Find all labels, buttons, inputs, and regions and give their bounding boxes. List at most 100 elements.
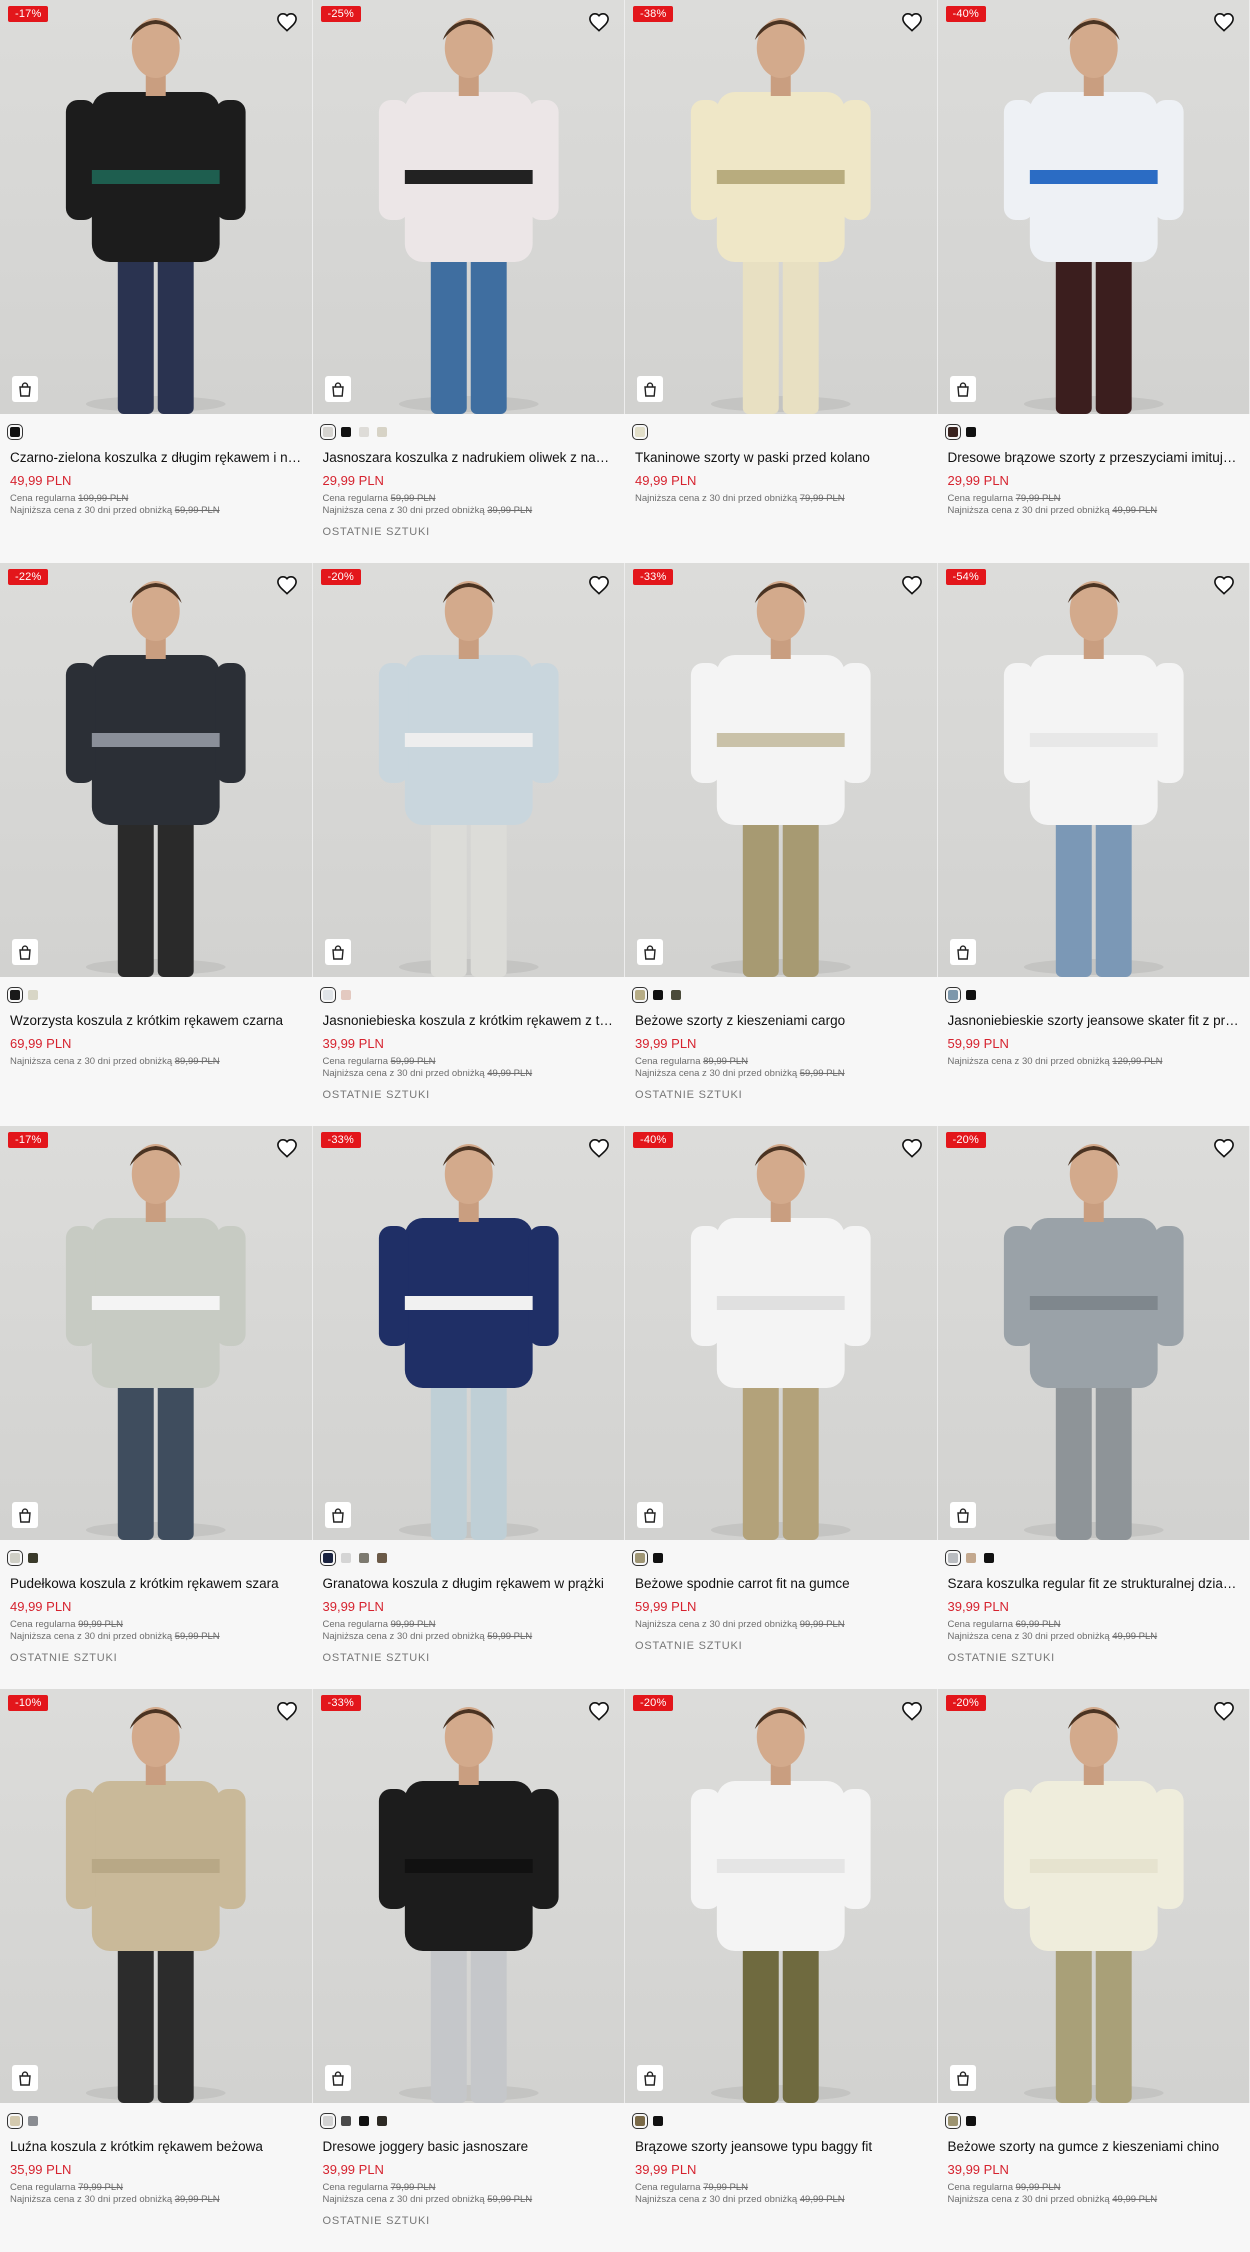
favorite-heart-icon[interactable] (901, 1138, 923, 1158)
color-swatch[interactable] (341, 1553, 351, 1563)
product-card[interactable]: -33% Granatowa koszula z długim rękawem … (313, 1126, 626, 1689)
color-swatch[interactable] (635, 2116, 645, 2126)
product-name[interactable]: Beżowe spodnie carrot fit na gumce (635, 1576, 928, 1591)
product-name[interactable]: Luźna koszula z krótkim rękawem beżowa (10, 2139, 303, 2154)
color-swatch[interactable] (28, 2116, 38, 2126)
product-image[interactable]: -10% (0, 1689, 313, 2103)
product-card[interactable]: -25% Jasnoszara koszulka z nadrukiem oli… (313, 0, 626, 563)
product-card[interactable]: -20% Brązowe szorty jeansowe typu baggy … (625, 1689, 938, 2252)
favorite-heart-icon[interactable] (276, 1701, 298, 1721)
product-image[interactable]: -40% (625, 1126, 938, 1540)
product-card[interactable]: -40% Dresowe brązowe szorty z przeszycia… (938, 0, 1250, 563)
shopping-bag-icon[interactable] (12, 2065, 38, 2091)
product-name[interactable]: Jasnoniebieska koszula z krótkim rękawem… (323, 1013, 616, 1028)
color-swatch[interactable] (359, 2116, 369, 2126)
color-swatch[interactable] (323, 2116, 333, 2126)
favorite-heart-icon[interactable] (901, 1701, 923, 1721)
color-swatch[interactable] (653, 990, 663, 1000)
color-swatch[interactable] (635, 1553, 645, 1563)
product-card[interactable]: -33% Dresowe joggery basic jasnoszare 39… (313, 1689, 626, 2252)
product-card[interactable]: -17% Czarno-zielona koszulka z długim rę… (0, 0, 313, 563)
product-image[interactable]: -33% (313, 1689, 626, 2103)
color-swatch[interactable] (341, 427, 351, 437)
product-card[interactable]: -40% Beżowe spodnie carrot fit na gumce … (625, 1126, 938, 1689)
shopping-bag-icon[interactable] (12, 376, 38, 402)
product-image[interactable]: -54% (938, 563, 1250, 977)
favorite-heart-icon[interactable] (588, 12, 610, 32)
shopping-bag-icon[interactable] (325, 1502, 351, 1528)
favorite-heart-icon[interactable] (588, 1701, 610, 1721)
shopping-bag-icon[interactable] (637, 2065, 663, 2091)
shopping-bag-icon[interactable] (325, 939, 351, 965)
color-swatch[interactable] (966, 427, 976, 437)
color-swatch[interactable] (635, 990, 645, 1000)
favorite-heart-icon[interactable] (276, 12, 298, 32)
color-swatch[interactable] (377, 2116, 387, 2126)
color-swatch[interactable] (653, 2116, 663, 2126)
shopping-bag-icon[interactable] (950, 376, 976, 402)
product-image[interactable]: -22% (0, 563, 313, 977)
favorite-heart-icon[interactable] (1213, 575, 1235, 595)
color-swatch[interactable] (10, 1553, 20, 1563)
product-name[interactable]: Dresowe joggery basic jasnoszare (323, 2139, 616, 2154)
product-name[interactable]: Dresowe brązowe szorty z przeszyciami im… (948, 450, 1241, 465)
product-name[interactable]: Beżowe szorty na gumce z kieszeniami chi… (948, 2139, 1241, 2154)
color-swatch[interactable] (377, 427, 387, 437)
product-image[interactable]: -20% (938, 1126, 1250, 1540)
product-name[interactable]: Czarno-zielona koszulka z długim rękawem… (10, 450, 303, 465)
color-swatch[interactable] (359, 427, 369, 437)
product-image[interactable]: -17% (0, 0, 313, 414)
product-image[interactable]: -20% (625, 1689, 938, 2103)
color-swatch[interactable] (28, 1553, 38, 1563)
color-swatch[interactable] (966, 990, 976, 1000)
product-name[interactable]: Beżowe szorty z kieszeniami cargo (635, 1013, 928, 1028)
favorite-heart-icon[interactable] (901, 12, 923, 32)
product-name[interactable]: Granatowa koszula z długim rękawem w prą… (323, 1576, 616, 1591)
product-card[interactable]: -10% Luźna koszula z krótkim rękawem beż… (0, 1689, 313, 2252)
color-swatch[interactable] (653, 1553, 663, 1563)
color-swatch[interactable] (671, 990, 681, 1000)
color-swatch[interactable] (948, 990, 958, 1000)
color-swatch[interactable] (323, 990, 333, 1000)
product-card[interactable]: -17% Pudełkowa koszula z krótkim rękawem… (0, 1126, 313, 1689)
favorite-heart-icon[interactable] (276, 1138, 298, 1158)
color-swatch[interactable] (948, 427, 958, 437)
product-name[interactable]: Szara koszulka regular fit ze struktural… (948, 1576, 1241, 1591)
favorite-heart-icon[interactable] (1213, 1701, 1235, 1721)
color-swatch[interactable] (10, 990, 20, 1000)
product-name[interactable]: Wzorzysta koszula z krótkim rękawem czar… (10, 1013, 303, 1028)
favorite-heart-icon[interactable] (1213, 1138, 1235, 1158)
shopping-bag-icon[interactable] (325, 2065, 351, 2091)
color-swatch[interactable] (966, 2116, 976, 2126)
favorite-heart-icon[interactable] (276, 575, 298, 595)
product-image[interactable]: -40% (938, 0, 1250, 414)
shopping-bag-icon[interactable] (637, 939, 663, 965)
color-swatch[interactable] (341, 2116, 351, 2126)
color-swatch[interactable] (10, 2116, 20, 2126)
product-image[interactable]: -33% (313, 1126, 626, 1540)
color-swatch[interactable] (377, 1553, 387, 1563)
color-swatch[interactable] (359, 1553, 369, 1563)
color-swatch[interactable] (323, 427, 333, 437)
shopping-bag-icon[interactable] (637, 376, 663, 402)
shopping-bag-icon[interactable] (637, 1502, 663, 1528)
favorite-heart-icon[interactable] (588, 575, 610, 595)
product-image[interactable]: -20% (313, 563, 626, 977)
product-image[interactable]: -20% (938, 1689, 1250, 2103)
product-card[interactable]: -20% Szara koszulka regular fit ze struk… (938, 1126, 1250, 1689)
color-swatch[interactable] (948, 2116, 958, 2126)
product-card[interactable]: -20% Jasnoniebieska koszula z krótkim rę… (313, 563, 626, 1126)
product-card[interactable]: -38% Tkaninowe szorty w paski przed kola… (625, 0, 938, 563)
favorite-heart-icon[interactable] (588, 1138, 610, 1158)
shopping-bag-icon[interactable] (12, 1502, 38, 1528)
product-name[interactable]: Pudełkowa koszula z krótkim rękawem szar… (10, 1576, 303, 1591)
product-name[interactable]: Jasnoszara koszulka z nadrukiem oliwek z… (323, 450, 616, 465)
product-card[interactable]: -54% Jasnoniebieskie szorty jeansowe ska… (938, 563, 1250, 1126)
color-swatch[interactable] (966, 1553, 976, 1563)
shopping-bag-icon[interactable] (950, 939, 976, 965)
product-card[interactable]: -20% Beżowe szorty na gumce z kieszeniam… (938, 1689, 1250, 2252)
product-card[interactable]: -22% Wzorzysta koszula z krótkim rękawem… (0, 563, 313, 1126)
color-swatch[interactable] (28, 990, 38, 1000)
color-swatch[interactable] (323, 1553, 333, 1563)
color-swatch[interactable] (10, 427, 20, 437)
